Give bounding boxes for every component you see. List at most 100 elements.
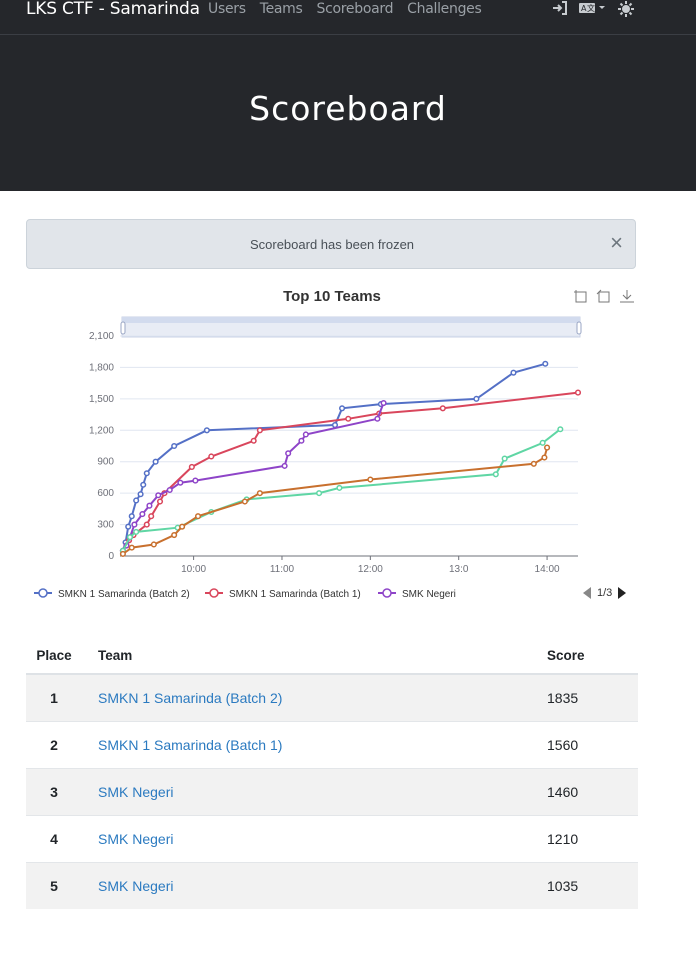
close-icon[interactable]: × xyxy=(610,232,623,254)
theme-icon[interactable] xyxy=(618,1,634,20)
data-point xyxy=(530,460,537,467)
data-point xyxy=(179,523,186,530)
data-point xyxy=(345,415,352,422)
frozen-alert: Scoreboard has been frozen × xyxy=(26,219,636,269)
data-point xyxy=(143,470,150,477)
data-point xyxy=(574,389,582,396)
y-tick-label: 300 xyxy=(97,520,114,531)
header-place: Place xyxy=(26,637,82,675)
nav-challenges[interactable]: Challenges xyxy=(407,1,482,17)
legend-next-icon[interactable] xyxy=(618,587,627,599)
data-point xyxy=(133,528,140,535)
series-1 xyxy=(119,389,582,554)
x-tick-label: 12:00 xyxy=(358,564,383,575)
nav-users[interactable]: Users xyxy=(208,1,246,17)
header-team: Team xyxy=(82,637,546,675)
legend-page: 1/3 xyxy=(597,587,613,599)
data-point xyxy=(203,427,210,434)
data-point xyxy=(126,534,134,541)
row-place: 3 xyxy=(26,768,82,816)
data-point xyxy=(541,454,548,461)
x-tick-label: 13:0 xyxy=(449,564,469,575)
team-link[interactable]: SMKN 1 Samarinda (Batch 2) xyxy=(98,690,282,706)
legend-pager: 1/3 xyxy=(583,587,627,599)
row-place: 4 xyxy=(26,815,82,863)
nav-scoreboard[interactable]: Scoreboard xyxy=(317,1,394,17)
data-point xyxy=(194,513,202,520)
zoom-icon[interactable] xyxy=(574,290,587,303)
zoom-reset-icon[interactable] xyxy=(596,289,610,303)
data-point xyxy=(367,476,374,483)
data-point xyxy=(125,523,132,530)
data-point xyxy=(128,513,135,520)
team-link[interactable]: SMK Negeri xyxy=(98,831,173,847)
alert-message: Scoreboard has been frozen xyxy=(249,237,415,252)
data-point xyxy=(208,453,215,460)
nav-teams[interactable]: Teams xyxy=(260,1,303,17)
svg-text:文: 文 xyxy=(587,3,595,13)
page-title: Scoreboard xyxy=(249,89,447,128)
data-point xyxy=(171,531,178,539)
data-point xyxy=(150,541,157,548)
data-point xyxy=(143,521,150,528)
data-point xyxy=(542,360,549,367)
team-link[interactable]: SMKN 1 Samarinda (Batch 1) xyxy=(98,737,282,753)
data-point xyxy=(137,491,144,498)
data-point xyxy=(139,511,146,518)
row-score: 1210 xyxy=(546,815,638,863)
x-tick-label: 10:00 xyxy=(181,564,206,575)
data-point xyxy=(128,544,135,551)
data-point xyxy=(439,405,446,412)
data-point xyxy=(501,455,508,462)
row-place: 5 xyxy=(26,862,82,909)
data-point xyxy=(166,486,173,494)
chart-title: Top 10 Teams xyxy=(283,288,381,305)
brand-link[interactable]: LKS CTF - Samarinda xyxy=(26,0,200,19)
navbar: LKS CTF - Samarinda Users Teams Scoreboa… xyxy=(0,0,696,35)
data-point xyxy=(374,415,381,422)
toolbox xyxy=(574,289,634,303)
row-score: 1560 xyxy=(546,721,638,769)
download-icon[interactable] xyxy=(620,290,634,303)
x-tick-label: 14:00 xyxy=(535,564,560,575)
data-point xyxy=(473,395,480,402)
data-point xyxy=(171,442,178,450)
login-icon[interactable] xyxy=(552,1,568,20)
row-score: 1035 xyxy=(546,862,638,909)
data-zoom-slider[interactable] xyxy=(120,316,582,338)
table-row: 3 SMK Negeri 1460 xyxy=(26,768,638,816)
y-tick-label: 600 xyxy=(97,488,114,499)
chart-series xyxy=(119,360,582,557)
data-point xyxy=(331,421,339,429)
team-link[interactable]: SMK Negeri xyxy=(98,784,173,800)
series-3 xyxy=(119,426,564,554)
language-icon[interactable]: A文 xyxy=(578,1,608,20)
legend-marker xyxy=(209,588,219,598)
table-header: Place Team Score xyxy=(26,637,638,675)
data-point xyxy=(380,399,387,407)
data-point xyxy=(510,369,517,376)
legend-label: SMKN 1 Samarinda (Batch 1) xyxy=(229,589,361,600)
legend-marker xyxy=(382,588,392,598)
data-point xyxy=(152,458,159,465)
row-place: 1 xyxy=(26,673,82,722)
table-row: 5 SMK Negeri 1035 xyxy=(26,862,638,909)
legend-item: SMKN 1 Samarinda (Batch 2) xyxy=(34,588,190,600)
data-point xyxy=(192,477,199,484)
data-point xyxy=(285,450,292,457)
table-row: 2 SMKN 1 Samarinda (Batch 1) 1560 xyxy=(26,721,638,769)
legend-prev-icon[interactable] xyxy=(583,587,591,599)
page-header: Scoreboard xyxy=(0,35,696,191)
y-tick-label: 1,200 xyxy=(89,425,114,436)
data-point xyxy=(119,550,126,557)
nav-links: Users Teams Scoreboard Challenges xyxy=(208,1,482,17)
row-place: 2 xyxy=(26,721,82,769)
data-point xyxy=(316,490,323,497)
data-point xyxy=(302,431,309,438)
data-point xyxy=(557,426,564,433)
team-link[interactable]: SMK Negeri xyxy=(98,878,173,894)
legend-item: SMKN 1 Samarinda (Batch 1) xyxy=(205,588,361,600)
series-line xyxy=(122,447,549,555)
legend-label: SMKN 1 Samarinda (Batch 2) xyxy=(58,589,190,600)
legend-label: SMK Negeri xyxy=(402,589,456,600)
